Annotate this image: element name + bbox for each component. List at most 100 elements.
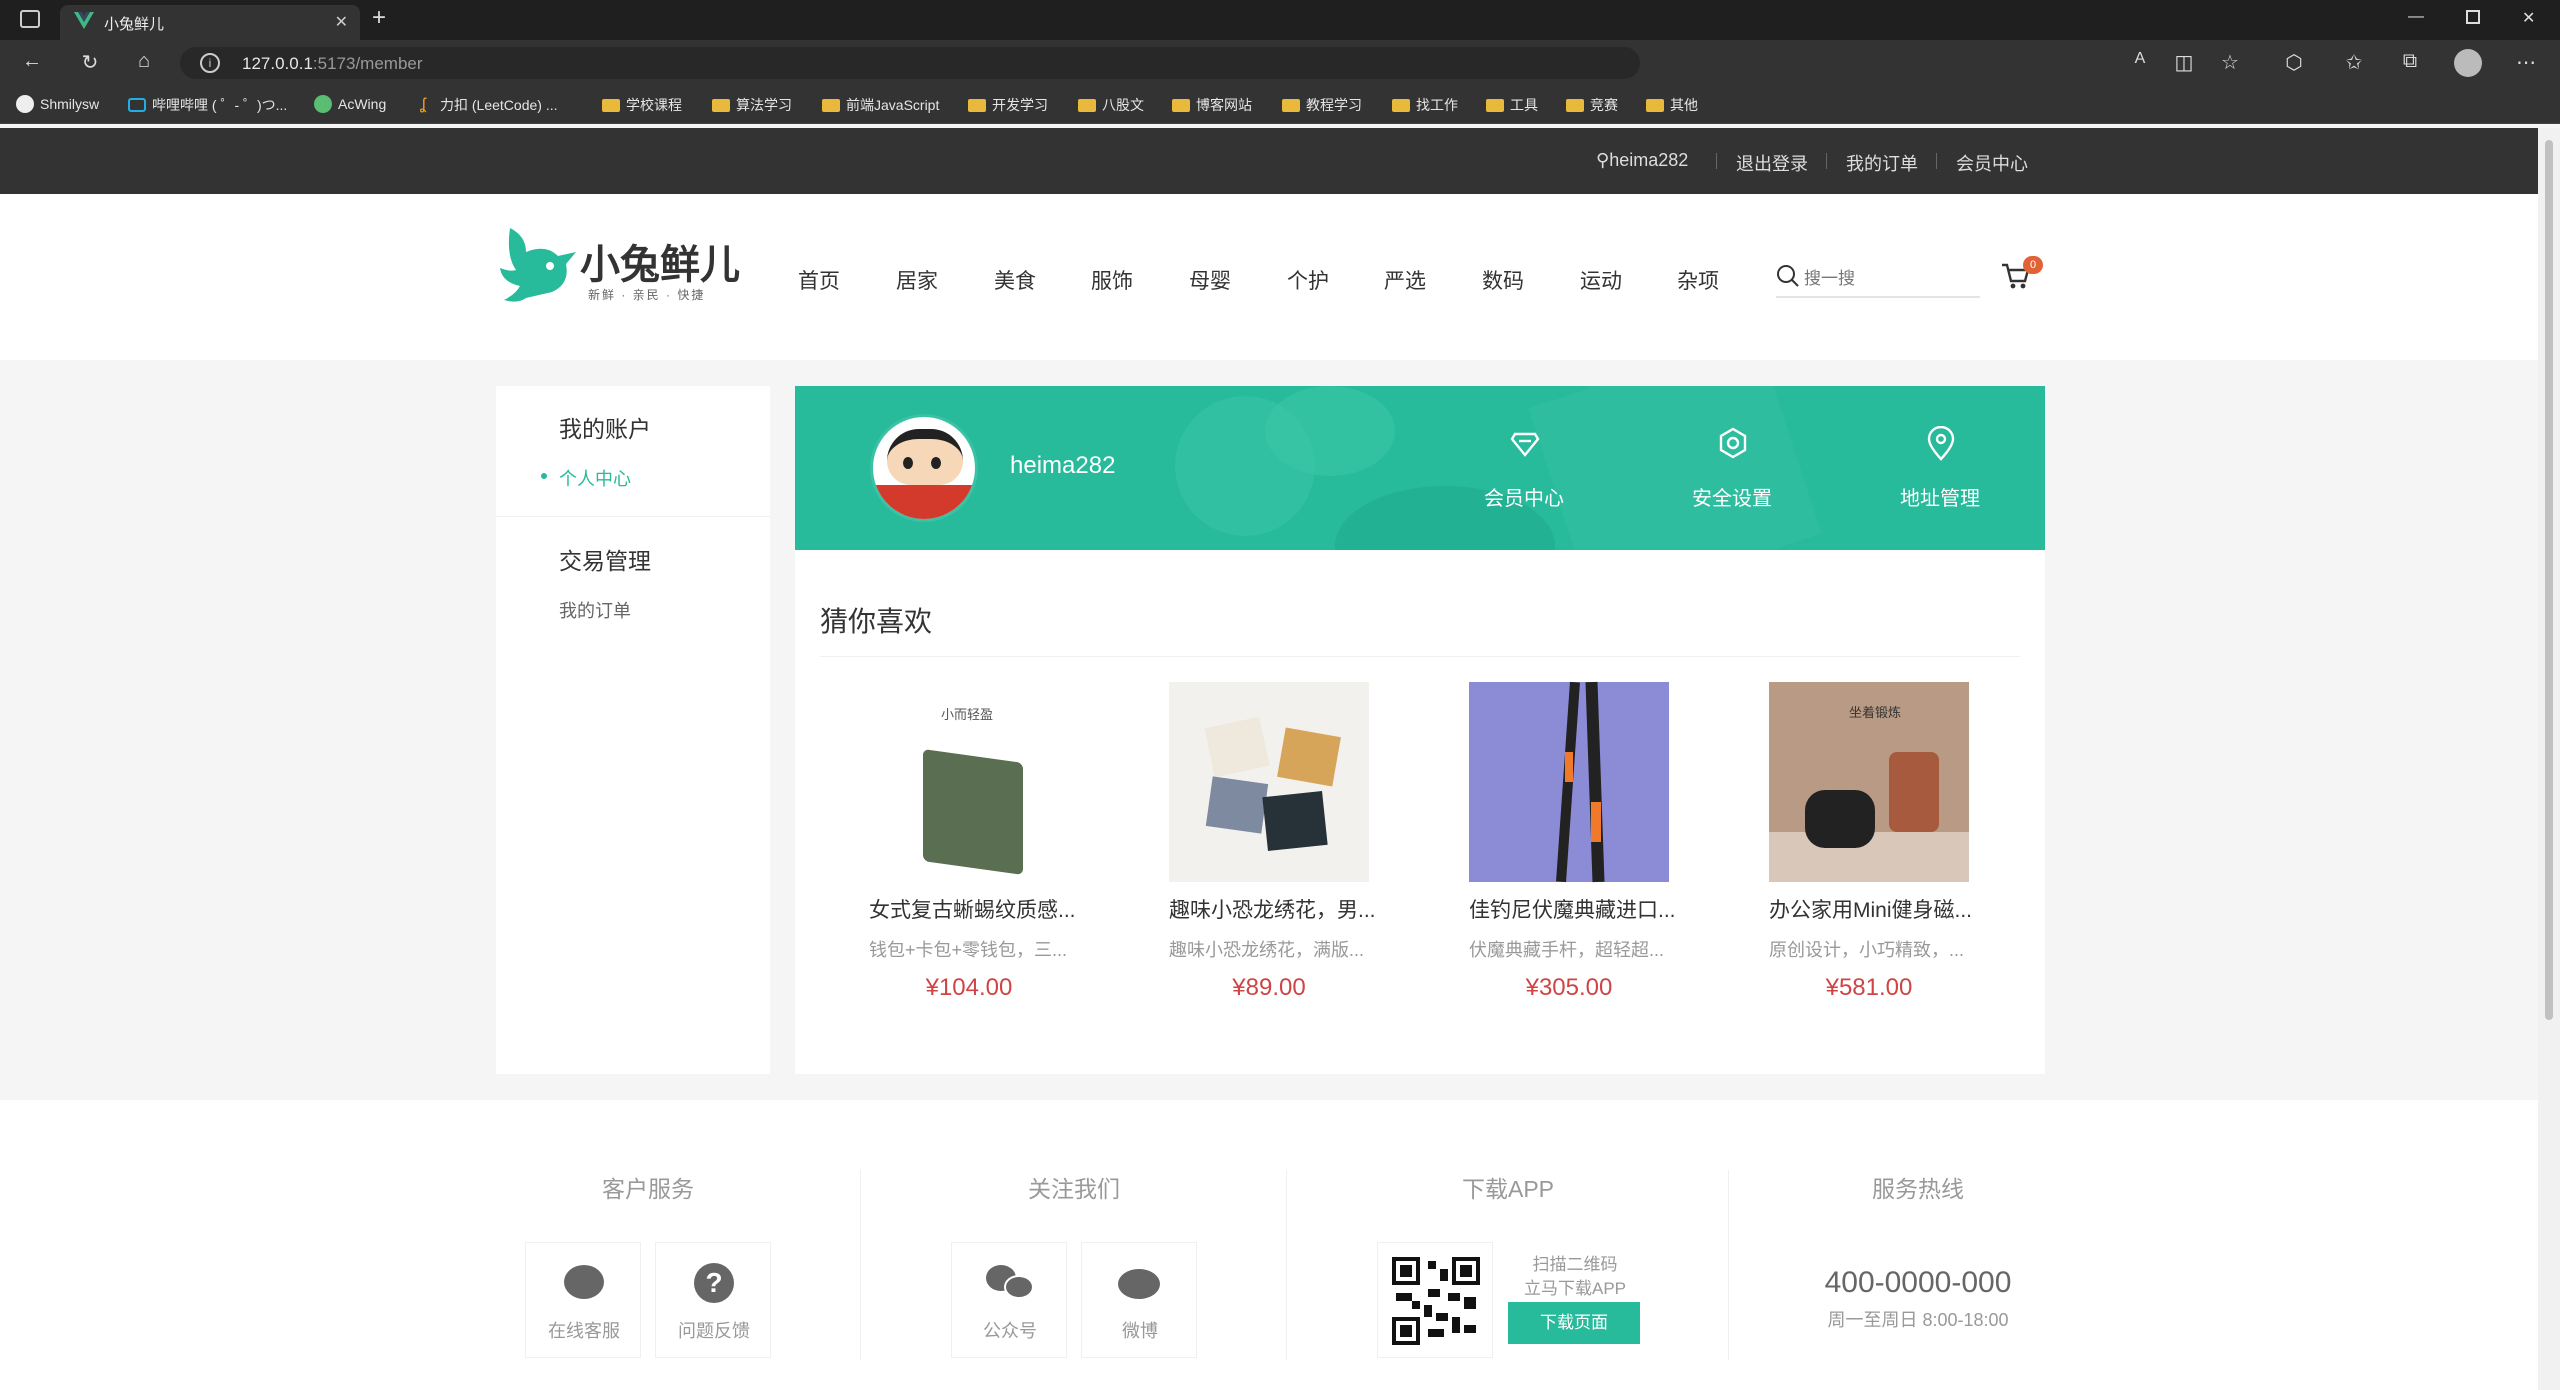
nav-misc[interactable]: 杂项 (1677, 265, 1719, 295)
logo[interactable]: 小兔鲜儿 新鲜 · 亲民 · 快捷 (496, 222, 740, 308)
sidebar-item-orders[interactable]: 我的订单 (559, 597, 631, 623)
bookmark-leetcode[interactable]: ʆ 力扣 (LeetCode) ... (420, 95, 558, 115)
goods-card[interactable]: 佳钓尼伏魔典藏进口... 伏魔典藏手杆，超轻超... ¥305.00 (1469, 681, 1676, 1012)
tab-actions-icon[interactable] (20, 10, 40, 28)
refresh-icon[interactable]: ↻ (78, 50, 102, 74)
guess-divider (820, 656, 2020, 657)
nav-sports[interactable]: 运动 (1580, 265, 1622, 295)
weibo-button[interactable]: 微博 (1081, 1242, 1197, 1358)
rod-shape (1556, 681, 1580, 883)
footer-divider (860, 1170, 861, 1360)
window-close-icon[interactable]: ✕ (2522, 8, 2535, 28)
restore-icon[interactable] (2466, 10, 2480, 24)
search-input[interactable] (1804, 266, 1974, 292)
vue-favicon-icon (74, 12, 94, 29)
nav-home-living[interactable]: 居家 (896, 265, 938, 295)
goods-image (1469, 681, 1669, 883)
nav-digital[interactable]: 数码 (1482, 265, 1524, 295)
avatar-eye (931, 457, 941, 469)
bookmark-folder[interactable]: 开发学习 (968, 95, 1048, 115)
more-menu-icon[interactable]: ⋯ (2514, 50, 2538, 74)
weibo-icon (1118, 1269, 1160, 1299)
app-tip-line1: 扫描二维码 (1532, 1255, 1618, 1274)
hotline-hours: 周一至周日 8:00-18:00 (1827, 1310, 2009, 1330)
goods-name: 办公家用Mini健身磁... (1769, 899, 1973, 922)
collections-icon[interactable]: ⧉ (2398, 50, 2422, 74)
extensions-icon[interactable]: ⬡ (2282, 50, 2306, 74)
favorite-star-icon[interactable]: ☆ (2218, 50, 2242, 74)
folder-icon (1566, 98, 1584, 112)
rod-accent (1565, 752, 1573, 782)
folder-icon (712, 98, 730, 112)
bookmark-github[interactable]: Shmilysw (16, 95, 99, 113)
cart-count-badge: 0 (2023, 256, 2043, 274)
read-aloud-icon[interactable]: A (2128, 50, 2152, 74)
member-overview-banner (795, 386, 2045, 550)
goods-image (1169, 682, 1369, 882)
profile-avatar[interactable] (2454, 49, 2482, 77)
topnav-divider (1936, 153, 1937, 169)
goods-name: 女式复古蜥蜴纹质感... (869, 899, 1076, 922)
shirt-shape (1204, 716, 1270, 778)
back-icon[interactable]: ← (20, 50, 44, 74)
goods-desc: 伏魔典藏手杆，超轻超... (1469, 940, 1665, 960)
my-orders-link[interactable]: 我的订单 (1846, 150, 1918, 176)
member-center-link[interactable]: 会员中心 (1956, 150, 2028, 176)
logout-link[interactable]: 退出登录 (1736, 150, 1808, 176)
shirt-shape (1277, 727, 1341, 787)
site-info-icon[interactable]: i (200, 53, 220, 73)
home-icon[interactable]: ⌂ (132, 50, 156, 74)
online-service-button[interactable]: 在线客服 (525, 1242, 641, 1358)
sidebar-item-profile[interactable]: 个人中心 (559, 465, 631, 491)
goods-card[interactable]: 趣味小恐龙绣花，男... 趣味小恐龙绣花，满版... ¥89.00 (1169, 682, 1376, 1012)
bookmark-folder[interactable]: 找工作 (1392, 95, 1458, 115)
banner-username: heima282 (1010, 452, 1116, 479)
bookmark-folder[interactable]: 教程学习 (1282, 95, 1362, 115)
scrollbar-thumb[interactable] (2545, 140, 2553, 1020)
feedback-button[interactable]: ? 问题反馈 (655, 1242, 771, 1358)
download-page-button[interactable]: 下载页面 (1508, 1302, 1640, 1344)
rod-shape (1585, 681, 1605, 883)
new-tab-icon[interactable]: + (372, 4, 386, 32)
bookmark-folder[interactable]: 八股文 (1078, 95, 1144, 115)
goods-card[interactable]: 小而轻盈 女式复古蜥蜴纹质感... 钱包+卡包+零钱包，三... ¥104.00 (869, 682, 1076, 1012)
banner-item-label: 安全设置 (1692, 488, 1772, 510)
bookmark-folder[interactable]: 学校课程 (602, 95, 682, 115)
search-icon[interactable] (1776, 264, 1800, 288)
wechat-button[interactable]: 公众号 (951, 1242, 1067, 1358)
bookmark-acwing[interactable]: AcWing (314, 95, 386, 113)
hotline-number: 400-0000-000 (1824, 1266, 2012, 1299)
footer-divider (1728, 1170, 1729, 1360)
nav-food[interactable]: 美食 (994, 265, 1036, 295)
nav-care[interactable]: 个护 (1287, 265, 1329, 295)
bookmark-folder[interactable]: 竞赛 (1566, 95, 1618, 115)
nav-baby[interactable]: 母婴 (1189, 265, 1231, 295)
bookmark-folder[interactable]: 博客网站 (1172, 95, 1252, 115)
nav-home[interactable]: 首页 (798, 265, 840, 295)
split-screen-icon[interactable]: ◫ (2172, 50, 2196, 74)
tab-close-icon[interactable]: ✕ (335, 12, 348, 32)
goods-image: 坐着锻炼 (1769, 682, 1969, 882)
bookmark-folder[interactable]: 工具 (1486, 95, 1538, 115)
browser-tab[interactable]: 小兔鲜儿 ✕ (60, 5, 360, 40)
nav-selected[interactable]: 严选 (1384, 265, 1426, 295)
bookmark-folder[interactable]: 前端JavaScript (822, 95, 939, 115)
avatar[interactable] (870, 414, 978, 522)
bookmark-folder[interactable]: 算法学习 (712, 95, 792, 115)
folder-icon (1172, 98, 1190, 112)
goods-card[interactable]: 坐着锻炼 办公家用Mini健身磁... 原创设计，小巧精致，... ¥581.0… (1769, 682, 1973, 1012)
bookmark-bilibili[interactable]: 哔哩哔哩 ( ゜- ゜)つ... (128, 95, 287, 115)
nav-clothing[interactable]: 服饰 (1091, 265, 1133, 295)
topnav-user[interactable]: ⚲heima282 (1596, 150, 1688, 171)
page-root: 小兔鲜儿 ✕ + — ✕ ← ↻ ⌂ i 127.0.0.1:5173/memb… (0, 0, 2560, 1390)
minimize-icon[interactable]: — (2408, 8, 2424, 26)
site-footer (0, 1100, 2538, 1390)
goods-name: 趣味小恐龙绣花，男... (1169, 899, 1376, 922)
bookmark-folder[interactable]: 其他 (1646, 95, 1698, 115)
goods-image-caption: 坐着锻炼 (1849, 705, 1902, 720)
address-bar[interactable]: i 127.0.0.1:5173/member (180, 47, 1640, 79)
favorites-icon[interactable]: ✩ (2342, 50, 2366, 74)
footer-service-title: 客户服务 (602, 1176, 694, 1202)
footer-item-label: 问题反馈 (678, 1321, 750, 1341)
url-text: 127.0.0.1:5173/member (242, 54, 423, 73)
